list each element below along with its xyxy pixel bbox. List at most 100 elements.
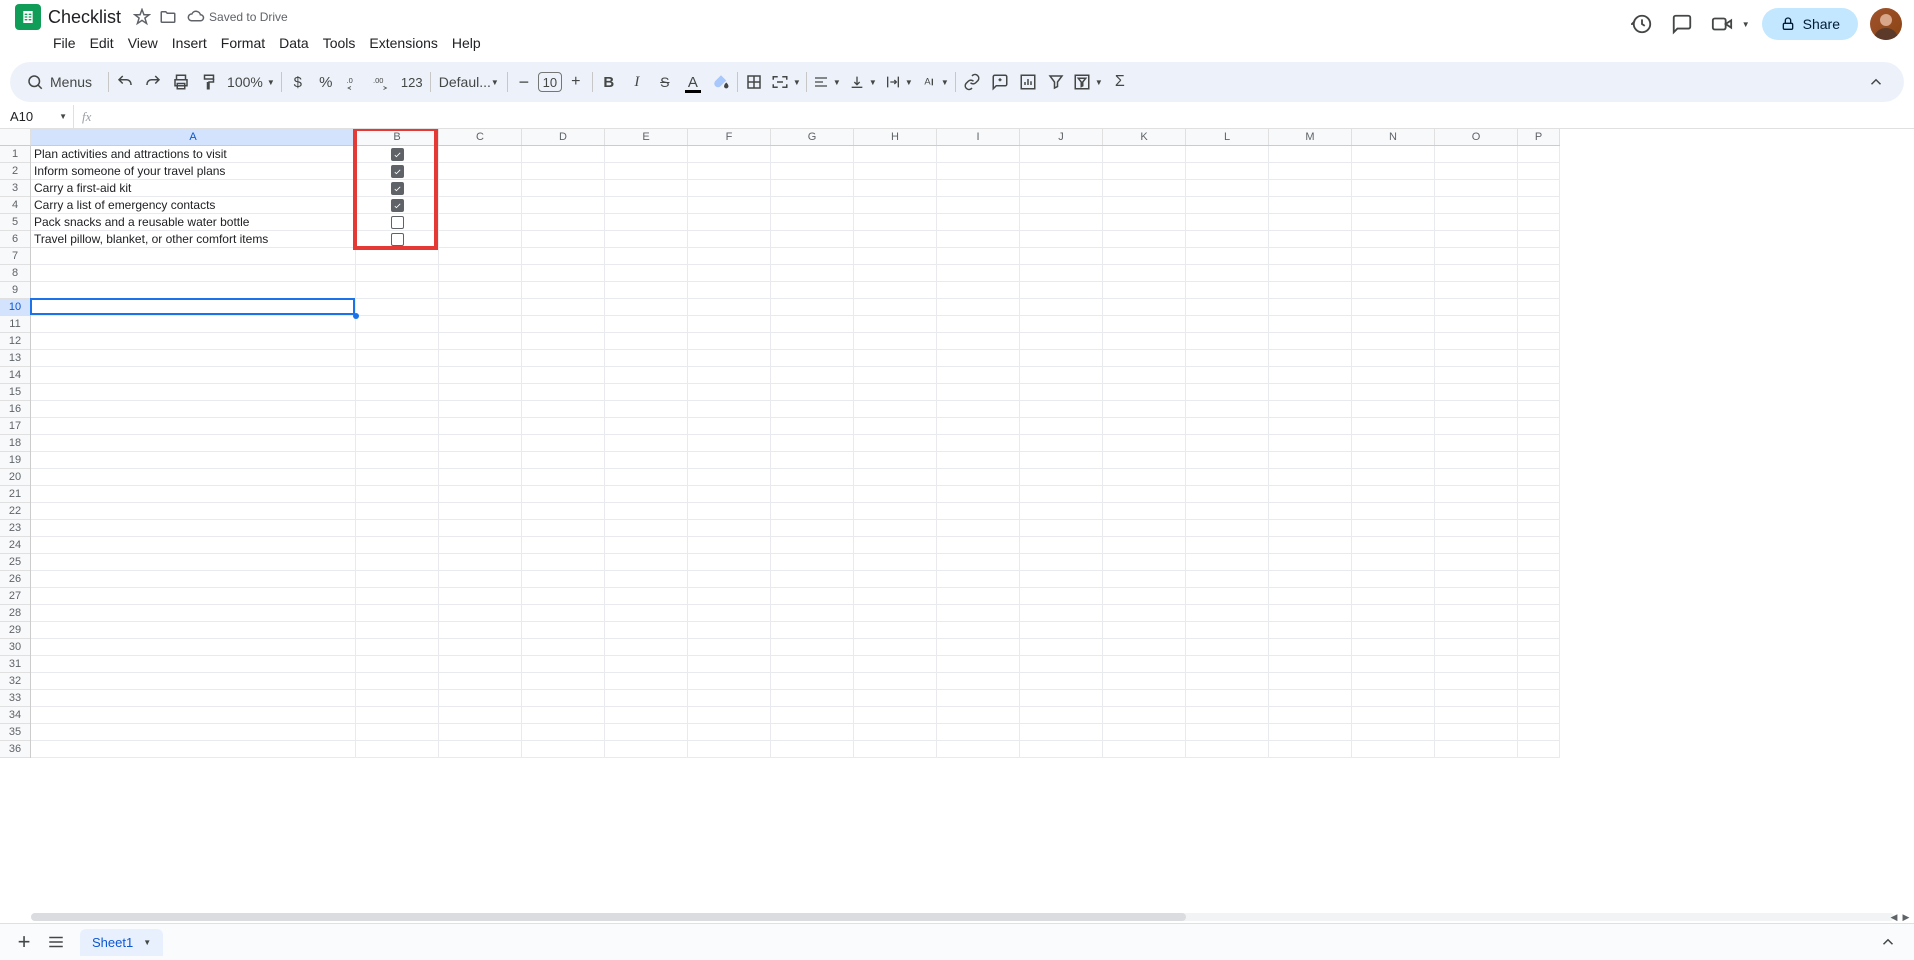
cell-I31[interactable] (937, 656, 1020, 673)
cell-K25[interactable] (1103, 554, 1186, 571)
cell-L29[interactable] (1186, 622, 1269, 639)
cell-M5[interactable] (1269, 214, 1352, 231)
cell-A36[interactable] (31, 741, 356, 758)
cell-N3[interactable] (1352, 180, 1435, 197)
menu-data[interactable]: Data (272, 31, 316, 55)
cell-F31[interactable] (688, 656, 771, 673)
cell-N12[interactable] (1352, 333, 1435, 350)
cell-L22[interactable] (1186, 503, 1269, 520)
cell-J1[interactable] (1020, 146, 1103, 163)
cell-G21[interactable] (771, 486, 854, 503)
column-header-D[interactable]: D (522, 129, 605, 145)
cell-A3[interactable]: Carry a first-aid kit (31, 180, 356, 197)
cell-N16[interactable] (1352, 401, 1435, 418)
row-header-30[interactable]: 30 (0, 639, 30, 656)
cell-L27[interactable] (1186, 588, 1269, 605)
cell-H19[interactable] (854, 452, 937, 469)
cell-J6[interactable] (1020, 231, 1103, 248)
cell-F10[interactable] (688, 299, 771, 316)
cell-O6[interactable] (1435, 231, 1518, 248)
cell-A18[interactable] (31, 435, 356, 452)
cell-P22[interactable] (1518, 503, 1560, 520)
checkbox-row-2[interactable] (391, 165, 404, 178)
cell-E21[interactable] (605, 486, 688, 503)
cell-I15[interactable] (937, 384, 1020, 401)
cell-P32[interactable] (1518, 673, 1560, 690)
column-header-C[interactable]: C (439, 129, 522, 145)
cell-G29[interactable] (771, 622, 854, 639)
cell-N4[interactable] (1352, 197, 1435, 214)
cell-O29[interactable] (1435, 622, 1518, 639)
checkbox-row-6[interactable] (391, 233, 404, 246)
cell-O14[interactable] (1435, 367, 1518, 384)
cell-M29[interactable] (1269, 622, 1352, 639)
cell-D10[interactable] (522, 299, 605, 316)
merge-button[interactable]: ▼ (768, 68, 804, 96)
cell-E8[interactable] (605, 265, 688, 282)
row-header-8[interactable]: 8 (0, 265, 30, 282)
cell-H20[interactable] (854, 469, 937, 486)
cell-P27[interactable] (1518, 588, 1560, 605)
cell-A23[interactable] (31, 520, 356, 537)
cell-E26[interactable] (605, 571, 688, 588)
cell-C32[interactable] (439, 673, 522, 690)
text-color-button[interactable]: A (679, 68, 707, 96)
cell-J24[interactable] (1020, 537, 1103, 554)
cell-C24[interactable] (439, 537, 522, 554)
cell-E13[interactable] (605, 350, 688, 367)
row-header-1[interactable]: 1 (0, 146, 30, 163)
borders-button[interactable] (740, 68, 768, 96)
cell-J7[interactable] (1020, 248, 1103, 265)
cell-O35[interactable] (1435, 724, 1518, 741)
cell-D32[interactable] (522, 673, 605, 690)
cell-B27[interactable] (356, 588, 439, 605)
cell-J10[interactable] (1020, 299, 1103, 316)
cell-M7[interactable] (1269, 248, 1352, 265)
cell-A24[interactable] (31, 537, 356, 554)
cell-F29[interactable] (688, 622, 771, 639)
cell-L28[interactable] (1186, 605, 1269, 622)
cell-A7[interactable] (31, 248, 356, 265)
cell-C28[interactable] (439, 605, 522, 622)
cell-O34[interactable] (1435, 707, 1518, 724)
row-header-15[interactable]: 15 (0, 384, 30, 401)
cell-J22[interactable] (1020, 503, 1103, 520)
cell-B15[interactable] (356, 384, 439, 401)
cell-D30[interactable] (522, 639, 605, 656)
cell-K21[interactable] (1103, 486, 1186, 503)
cell-M33[interactable] (1269, 690, 1352, 707)
cell-I5[interactable] (937, 214, 1020, 231)
cell-C21[interactable] (439, 486, 522, 503)
cell-K26[interactable] (1103, 571, 1186, 588)
strikethrough-button[interactable]: S (651, 68, 679, 96)
cell-O2[interactable] (1435, 163, 1518, 180)
cell-J9[interactable] (1020, 282, 1103, 299)
checkbox-row-5[interactable] (391, 216, 404, 229)
cell-B17[interactable] (356, 418, 439, 435)
comment-button[interactable] (986, 68, 1014, 96)
cell-P35[interactable] (1518, 724, 1560, 741)
scroll-left-icon[interactable]: ◀ (1888, 911, 1900, 923)
cell-E34[interactable] (605, 707, 688, 724)
cell-O10[interactable] (1435, 299, 1518, 316)
cell-N8[interactable] (1352, 265, 1435, 282)
menu-file[interactable]: File (46, 31, 83, 55)
cell-O28[interactable] (1435, 605, 1518, 622)
cell-C33[interactable] (439, 690, 522, 707)
cell-N13[interactable] (1352, 350, 1435, 367)
cell-F35[interactable] (688, 724, 771, 741)
cell-F13[interactable] (688, 350, 771, 367)
cell-P18[interactable] (1518, 435, 1560, 452)
cell-O33[interactable] (1435, 690, 1518, 707)
cell-K5[interactable] (1103, 214, 1186, 231)
cell-C25[interactable] (439, 554, 522, 571)
cell-B29[interactable] (356, 622, 439, 639)
cell-P25[interactable] (1518, 554, 1560, 571)
cell-K8[interactable] (1103, 265, 1186, 282)
cell-A28[interactable] (31, 605, 356, 622)
cell-N22[interactable] (1352, 503, 1435, 520)
cell-B13[interactable] (356, 350, 439, 367)
menu-tools[interactable]: Tools (316, 31, 363, 55)
cell-J16[interactable] (1020, 401, 1103, 418)
cell-D2[interactable] (522, 163, 605, 180)
